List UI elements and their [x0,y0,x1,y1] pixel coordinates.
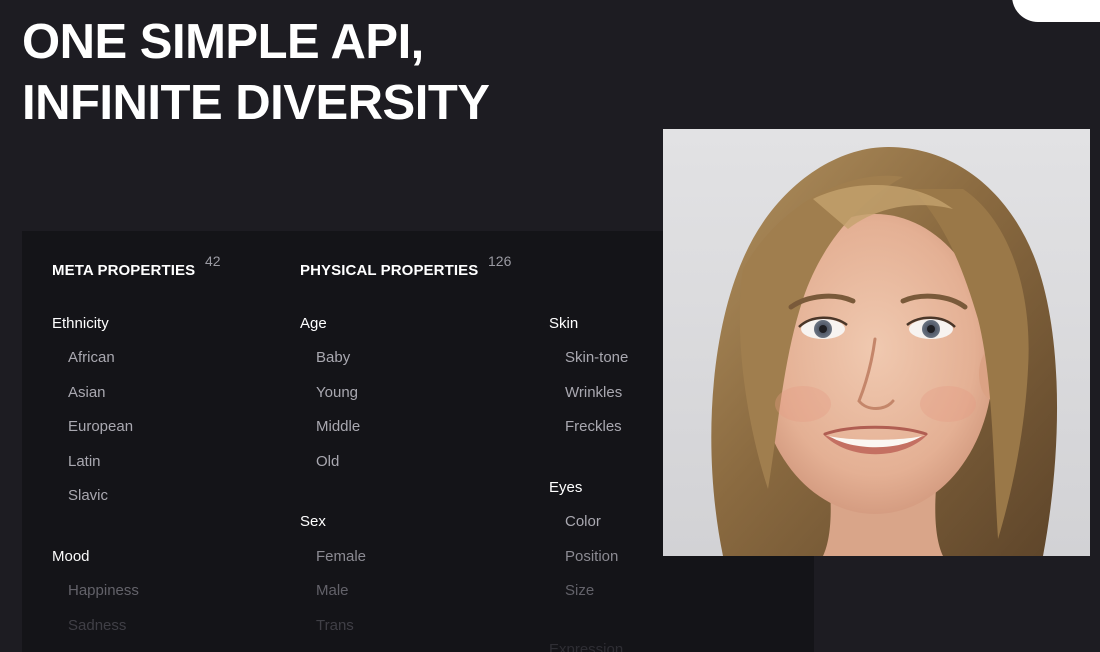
item-african[interactable]: African [68,349,115,366]
panel-fade-overlay [22,551,814,652]
group-skin: Skin [549,315,579,332]
physical-properties-count: 126 [488,253,512,269]
item-european[interactable]: European [68,418,133,435]
item-position[interactable]: Position [565,548,618,565]
item-asian[interactable]: Asian [68,384,106,401]
page-headline: ONE SIMPLE API, INFINITE DIVERSITY [22,12,490,134]
item-latin[interactable]: Latin [68,453,101,470]
portrait-photo [663,129,1090,556]
meta-properties-count: 42 [205,253,221,269]
meta-properties-title: META PROPERTIES [52,262,196,279]
item-old[interactable]: Old [316,453,339,470]
item-baby[interactable]: Baby [316,349,350,366]
page: ONE SIMPLE API, INFINITE DIVERSITY META … [0,0,1100,652]
item-middle[interactable]: Middle [316,418,360,435]
group-age: Age [300,315,327,332]
item-female[interactable]: Female [316,548,366,565]
item-male[interactable]: Male [316,582,349,599]
group-ethnicity: Ethnicity [52,315,109,332]
physical-properties-title: PHYSICAL PROPERTIES [300,262,479,279]
item-freckles[interactable]: Freckles [565,418,622,435]
item-trans[interactable]: Trans [316,617,354,634]
group-eyes: Eyes [549,479,583,496]
corner-button[interactable] [1012,0,1100,22]
item-young[interactable]: Young [316,384,358,401]
item-slavic[interactable]: Slavic [68,487,108,504]
group-sex: Sex [300,513,326,530]
item-sadness[interactable]: Sadness [68,617,126,634]
headline-line-2: INFINITE DIVERSITY [22,76,490,130]
group-mood: Mood [52,548,90,565]
item-wrinkles[interactable]: Wrinkles [565,384,622,401]
item-happiness[interactable]: Happiness [68,582,139,599]
group-expression: Expression [549,641,624,652]
item-size[interactable]: Size [565,582,594,599]
headline-line-1: ONE SIMPLE API, [22,15,424,69]
item-color[interactable]: Color [565,513,601,530]
item-skin-tone[interactable]: Skin-tone [565,349,628,366]
